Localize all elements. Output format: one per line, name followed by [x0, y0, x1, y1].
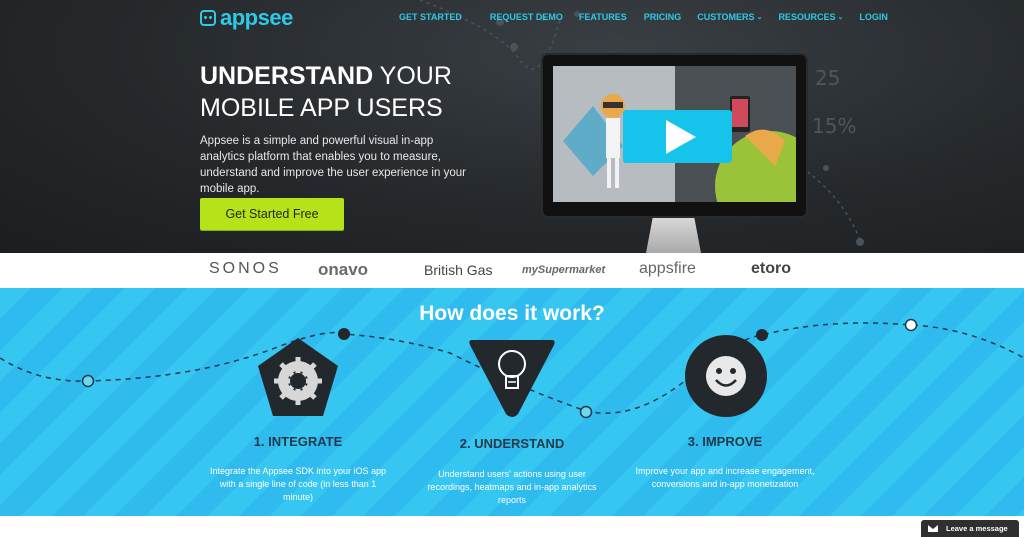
client-logo-mysupermarket: mySupermarket: [522, 264, 606, 276]
title-bold: work?: [542, 302, 605, 325]
chat-label: Leave a message: [946, 524, 1008, 533]
nav-label: PRICING: [643, 12, 682, 22]
nav-customers[interactable]: CUSTOMERS ⌄: [697, 12, 762, 22]
page-bottom: [0, 516, 1024, 537]
client-logo-appsfire: appsfire: [639, 260, 696, 277]
get-started-free-button[interactable]: Get Started Free: [200, 198, 344, 230]
nav-label: LOGIN: [859, 12, 888, 22]
nav-resources[interactable]: RESOURCES ⌄: [778, 12, 843, 22]
nav-request-demo[interactable]: REQUEST DEMO: [490, 12, 563, 22]
monitor-stand: [646, 218, 701, 253]
path-dot: [579, 405, 593, 419]
headline-rest: YOUR: [373, 62, 452, 90]
headline-bold: UNDERSTAND: [200, 62, 374, 90]
title-light: How does it: [419, 302, 543, 325]
client-logo-sonos: SONOS: [209, 260, 282, 277]
chevron-down-icon: ⌄: [837, 14, 844, 21]
step-3-description: Improve your app and increase engagement…: [635, 466, 815, 489]
client-logos-strip: SONOS onavo British Gas mySupermarket ap…: [0, 253, 1024, 288]
chevron-down-icon: ⌄: [756, 14, 763, 21]
nav-label: CUSTOMERS: [697, 12, 755, 22]
how-it-works-title: How does it work?: [0, 302, 1024, 326]
play-video-button[interactable]: [623, 110, 732, 163]
client-logo-british-gas: British Gas: [424, 262, 493, 278]
step-3-title: 3. IMPROVE: [687, 434, 763, 449]
step-1-title: 1. INTEGRATE: [253, 434, 343, 449]
smiley-icon: [685, 335, 767, 417]
nav-features[interactable]: FEATURES: [579, 12, 627, 22]
nav-label: RESOURCES: [778, 12, 836, 22]
nav-label: REQUEST DEMO: [489, 12, 563, 22]
bg-number-2: 15%: [812, 114, 856, 138]
bg-number-1: 25: [815, 66, 840, 90]
gear-icon: [258, 338, 338, 416]
logo-text: appsee: [220, 5, 293, 30]
nav-pricing[interactable]: PRICING: [644, 12, 682, 22]
hero-headline: UNDERSTAND YOUR MOBILE APP USERS: [200, 60, 500, 124]
lightbulb-icon: [469, 340, 555, 417]
step-2-description: Understand users' actions using user rec…: [427, 469, 597, 505]
nav-get-started[interactable]: GET STARTED: [399, 12, 462, 22]
nav-login[interactable]: LOGIN: [859, 12, 888, 22]
headline-line2: MOBILE APP USERS: [200, 94, 443, 122]
hero-section: 25 15% appsee GET STARTED REQUEST DEMO F…: [0, 0, 1024, 253]
main-nav: GET STARTED REQUEST DEMO FEATURES PRICIN…: [399, 12, 888, 22]
envelope-icon: [928, 525, 938, 532]
step-1-description: Integrate the Appsee SDK into your iOS a…: [209, 466, 387, 502]
play-icon: [665, 119, 696, 154]
client-logo-etoro: etoro: [751, 260, 791, 277]
nav-label: FEATURES: [578, 12, 627, 22]
logo-mark-icon: [200, 10, 216, 26]
hero-background-decoration: 25 15%: [419, 0, 864, 246]
appsee-logo[interactable]: appsee: [200, 7, 293, 29]
step-2-title: 2. UNDERSTAND: [459, 436, 565, 451]
nav-label: GET STARTED: [399, 12, 462, 22]
how-it-works-section: How does it work? 1. INTEGRATE Integrate…: [0, 288, 1024, 516]
hero-description: Appsee is a simple and powerful visual i…: [200, 135, 466, 195]
path-dot: [81, 374, 95, 388]
leave-a-message-button[interactable]: Leave a message: [921, 520, 1019, 537]
client-logo-onavo: onavo: [318, 260, 369, 279]
